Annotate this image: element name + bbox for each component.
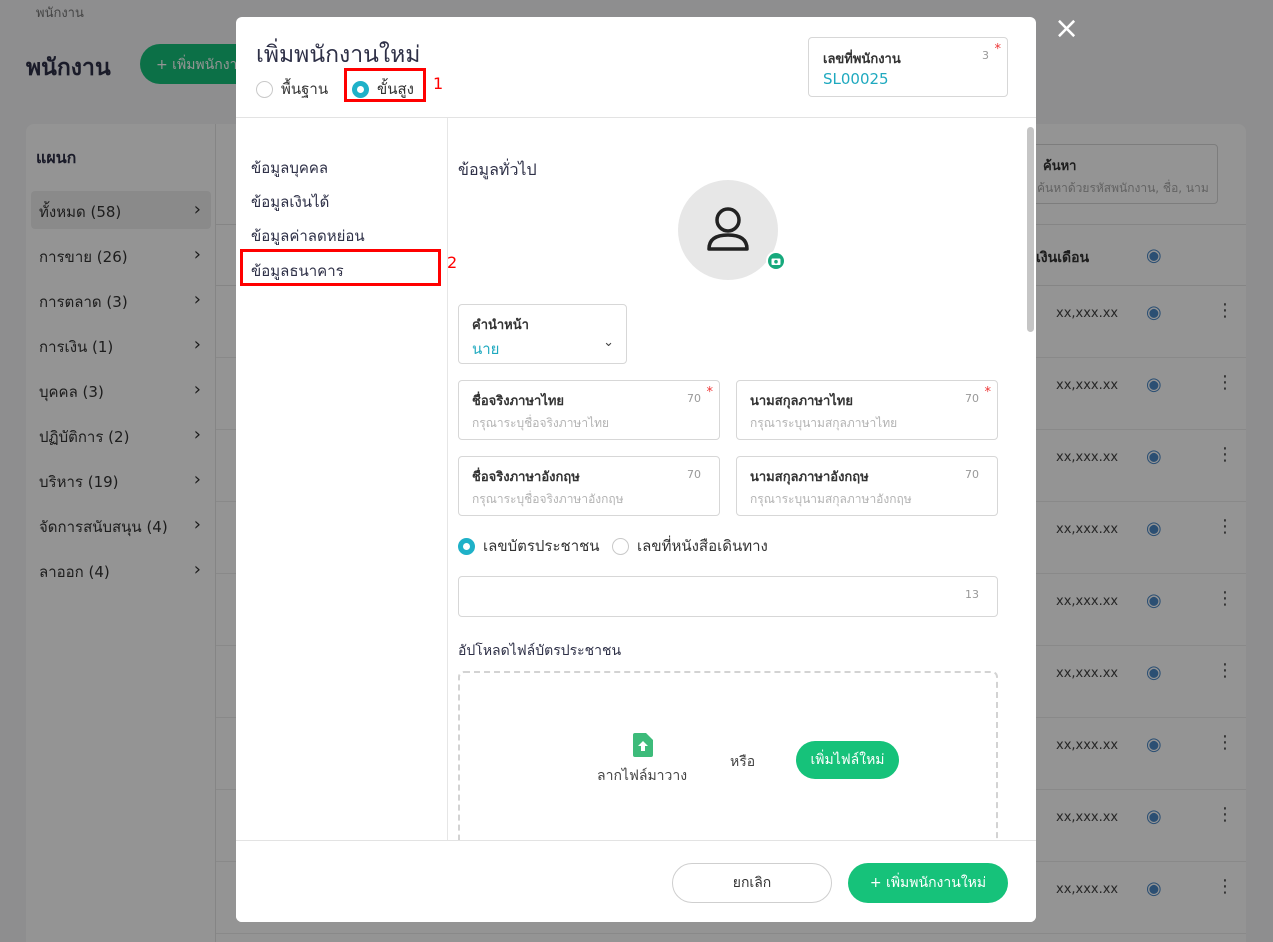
camera-icon xyxy=(771,258,781,265)
camera-badge xyxy=(768,253,784,269)
cancel-button[interactable]: ยกเลิก xyxy=(672,863,832,903)
mode-basic-radio[interactable]: พื้นฐาน xyxy=(256,77,328,101)
nav-personal-info[interactable]: ข้อมูลบุคคล xyxy=(251,156,328,180)
id-type-passport-radio[interactable]: เลขที่หนังสือเดินทาง xyxy=(612,534,768,558)
last-name-en-field[interactable]: นามสกุลภาษาอังกฤษ 70 กรุณาระบุนามสกุลภาษ… xyxy=(736,456,998,516)
drop-text: ลากไฟล์มาวาง xyxy=(597,768,688,784)
char-count: 70 xyxy=(687,392,701,405)
prefix-label: คำนำหน้า xyxy=(472,318,529,333)
last-name-th-label: นามสกุลภาษาไทย xyxy=(750,394,853,409)
radio-off-icon xyxy=(612,537,629,555)
radio-on-icon xyxy=(458,537,475,555)
close-icon[interactable]: × xyxy=(1054,14,1079,44)
employee-number-label: เลขที่พนักงาน xyxy=(823,52,901,67)
id-number-input[interactable]: 13 xyxy=(458,576,998,617)
modal-form-body: ข้อมูลทั่วไป คำนำหน้า นาย ⌄ ชื่อจริงภาษา… xyxy=(448,118,1026,840)
file-upload-icon xyxy=(633,733,653,757)
char-count: 70 xyxy=(965,392,979,405)
last-name-en-label: นามสกุลภาษาอังกฤษ xyxy=(750,470,869,485)
first-name-en-label: ชื่อจริงภาษาอังกฤษ xyxy=(472,470,580,485)
section-title: ข้อมูลทั่วไป xyxy=(458,160,537,179)
file-dropzone[interactable]: ลากไฟล์มาวาง หรือ เพิ่มไฟล์ใหม่ xyxy=(458,671,998,840)
prefix-value: นาย xyxy=(472,340,500,358)
last-name-th-placeholder: กรุณาระบุนามสกุลภาษาไทย xyxy=(750,416,898,430)
required-mark: * xyxy=(984,385,992,400)
radio-off-icon xyxy=(256,80,273,98)
chevron-down-icon: ⌄ xyxy=(603,335,614,350)
char-count: 70 xyxy=(965,468,979,481)
avatar[interactable] xyxy=(678,180,778,280)
required-mark: * xyxy=(706,385,714,400)
upload-title: อัปโหลดไฟล์บัตรประชาชน xyxy=(458,643,622,659)
id-type-citizen-label: เลขบัตรประชาชน xyxy=(483,537,600,555)
id-type-passport-label: เลขที่หนังสือเดินทาง xyxy=(637,537,768,555)
camera-button[interactable] xyxy=(766,251,786,271)
last-name-th-field[interactable]: นามสกุลภาษาไทย 70 * กรุณาระบุนามสกุลภาษา… xyxy=(736,380,998,440)
first-name-th-placeholder: กรุณาระบุชื่อจริงภาษาไทย xyxy=(472,416,610,430)
employee-number-field[interactable]: เลขที่พนักงาน 3 * SL00025 xyxy=(808,37,1008,97)
add-employee-modal: เพิ่มพนักงานใหม่ พื้นฐาน ขั้นสูง 1 เลขที… xyxy=(236,17,1036,922)
submit-add-employee-button[interactable]: + เพิ่มพนักงานใหม่ xyxy=(848,863,1008,903)
char-count: 3 xyxy=(982,49,989,62)
nav-income-info[interactable]: ข้อมูลเงินได้ xyxy=(251,190,329,214)
prefix-select[interactable]: คำนำหน้า นาย ⌄ xyxy=(458,304,627,364)
annotation-box-1 xyxy=(344,68,426,102)
add-file-button[interactable]: เพิ่มไฟล์ใหม่ xyxy=(796,741,899,779)
first-name-th-field[interactable]: ชื่อจริงภาษาไทย 70 * กรุณาระบุชื่อจริงภา… xyxy=(458,380,720,440)
modal-section-nav: ข้อมูลบุคคล ข้อมูลเงินได้ ข้อมูลค่าลดหย่… xyxy=(236,118,457,840)
first-name-en-field[interactable]: ชื่อจริงภาษาอังกฤษ 70 กรุณาระบุชื่อจริงภ… xyxy=(458,456,720,516)
scrollbar[interactable] xyxy=(1027,127,1034,332)
first-name-en-placeholder: กรุณาระบุชื่อจริงภาษาอังกฤษ xyxy=(472,492,624,506)
nav-deduction-info[interactable]: ข้อมูลค่าลดหย่อน xyxy=(251,224,365,248)
modal-footer: ยกเลิก + เพิ่มพนักงานใหม่ xyxy=(236,840,1036,922)
annotation-box-2 xyxy=(240,249,441,286)
id-type-citizen-radio[interactable]: เลขบัตรประชาชน xyxy=(458,534,600,558)
user-icon xyxy=(707,207,749,251)
or-text: หรือ xyxy=(730,754,756,770)
annotation-number-1: 1 xyxy=(433,74,444,93)
required-mark: * xyxy=(994,42,1002,57)
last-name-en-placeholder: กรุณาระบุนามสกุลภาษาอังกฤษ xyxy=(750,492,912,506)
employee-number-value: SL00025 xyxy=(823,70,889,88)
first-name-th-label: ชื่อจริงภาษาไทย xyxy=(472,394,565,409)
char-count: 13 xyxy=(965,588,979,601)
char-count: 70 xyxy=(687,468,701,481)
modal-header: เพิ่มพนักงานใหม่ พื้นฐาน ขั้นสูง 1 เลขที… xyxy=(236,17,1036,118)
mode-basic-label: พื้นฐาน xyxy=(281,80,329,98)
